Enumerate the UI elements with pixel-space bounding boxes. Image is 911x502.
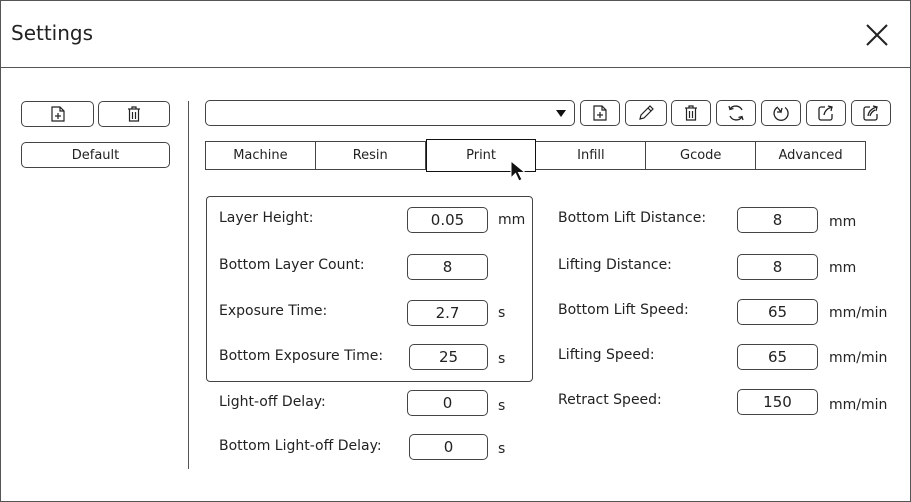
bottom-layer-count-label: Bottom Layer Count:	[219, 257, 365, 273]
lifting-distance-input[interactable]: 8	[737, 254, 818, 280]
lifting-distance-label: Lifting Distance:	[558, 257, 672, 273]
exposure-time-label: Exposure Time:	[219, 303, 328, 319]
bottom-exposure-time-input[interactable]: 25	[409, 344, 488, 370]
bottom-exposure-time-unit: s	[498, 351, 506, 367]
edit-settings-button[interactable]	[625, 100, 667, 126]
close-icon[interactable]	[863, 21, 891, 49]
retract-speed-unit: mm/min	[829, 397, 888, 413]
exposure-time-unit: s	[498, 305, 506, 321]
delete-settings-button[interactable]	[671, 100, 711, 126]
retract-speed-label: Retract Speed:	[558, 392, 662, 408]
chevron-down-icon	[556, 110, 566, 117]
tab-infill[interactable]: Infill	[536, 142, 647, 169]
lifting-speed-unit: mm/min	[829, 350, 888, 366]
bottom-lift-speed-label: Bottom Lift Speed:	[558, 302, 689, 318]
bottom-light-off-delay-label: Bottom Light-off Delay:	[219, 438, 382, 454]
pencil-icon	[639, 105, 654, 120]
trash-icon	[128, 106, 140, 122]
settings-tabs: Machine Resin Print Infill Gcode Advance…	[205, 139, 866, 172]
tab-advanced[interactable]: Advanced	[756, 142, 865, 169]
tab-resin[interactable]: Resin	[316, 142, 426, 169]
layer-height-unit: mm	[498, 212, 526, 228]
bottom-exposure-time-label: Bottom Exposure Time:	[219, 348, 384, 364]
refresh-icon	[728, 105, 744, 121]
lifting-speed-input[interactable]: 65	[737, 344, 818, 370]
import-settings-button[interactable]	[761, 100, 801, 126]
default-profile-label: Default	[71, 147, 120, 163]
lifting-distance-unit: mm	[829, 260, 857, 276]
bottom-lift-distance-input[interactable]: 8	[737, 207, 818, 233]
bottom-light-off-delay-unit: s	[498, 441, 506, 457]
refresh-settings-button[interactable]	[716, 100, 756, 126]
bottom-light-off-delay-input[interactable]: 0	[409, 434, 488, 460]
bottom-lift-distance-unit: mm	[829, 214, 857, 230]
export-all-icon	[863, 105, 878, 121]
new-settings-button[interactable]	[580, 100, 620, 126]
title-bar: Settings	[1, 1, 910, 68]
light-off-delay-label: Light-off Delay:	[219, 394, 326, 410]
bottom-lift-speed-input[interactable]: 65	[737, 299, 818, 325]
new-profile-button[interactable]	[21, 101, 94, 127]
tab-gcode[interactable]: Gcode	[646, 142, 757, 169]
exposure-time-input[interactable]: 2.7	[407, 300, 488, 326]
file-add-icon	[50, 106, 65, 122]
lifting-speed-label: Lifting Speed:	[558, 347, 655, 363]
bottom-layer-count-input[interactable]: 8	[407, 254, 488, 280]
light-off-delay-input[interactable]: 0	[407, 390, 488, 416]
export-settings-button[interactable]	[806, 100, 846, 126]
tab-machine[interactable]: Machine	[206, 142, 316, 169]
settings-window: Settings Default Machine Resin Print Inf…	[0, 0, 911, 502]
panel-divider	[188, 101, 189, 469]
delete-profile-button[interactable]	[98, 101, 170, 127]
export-icon	[818, 105, 833, 121]
light-off-delay-unit: s	[498, 398, 506, 414]
bottom-lift-distance-label: Bottom Lift Distance:	[558, 210, 707, 226]
profile-dropdown[interactable]	[205, 100, 575, 126]
default-profile-button[interactable]: Default	[21, 142, 170, 168]
mouse-cursor-icon	[510, 159, 527, 182]
import-icon	[773, 106, 789, 121]
layer-height-input[interactable]: 0.05	[407, 207, 488, 233]
export-all-settings-button[interactable]	[851, 100, 891, 126]
retract-speed-input[interactable]: 150	[737, 389, 818, 415]
bottom-lift-speed-unit: mm/min	[829, 305, 888, 321]
window-title: Settings	[11, 21, 94, 45]
layer-height-label: Layer Height:	[219, 210, 314, 226]
trash-icon	[685, 105, 697, 121]
file-add-icon	[593, 105, 607, 121]
